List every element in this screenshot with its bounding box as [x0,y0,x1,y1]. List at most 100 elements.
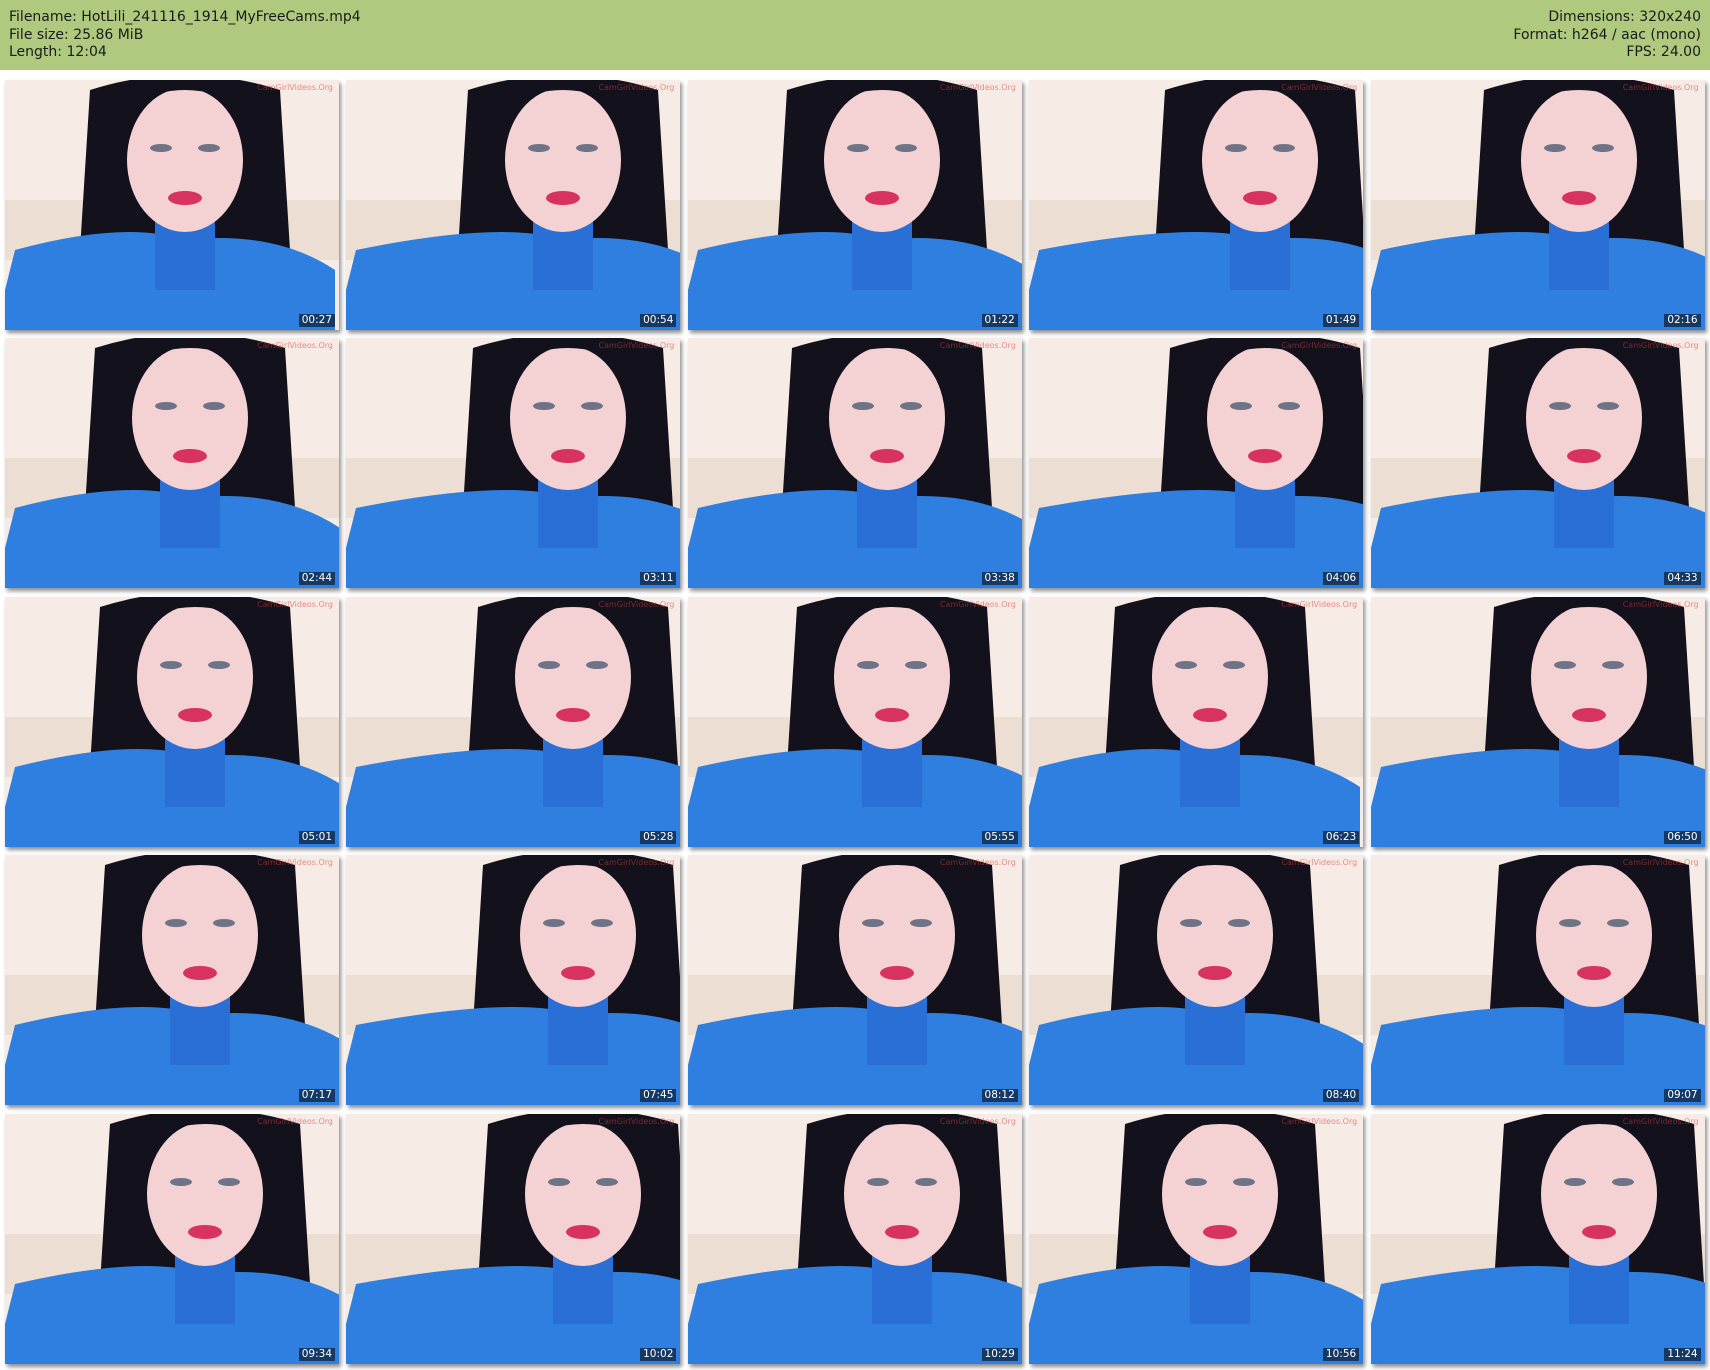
thumbnail-grid: CamGirlVideos.Org 00:27 CamGirlVideos.Org 0… [0,78,1710,1370]
filename-text: Filename: HotLili_241116_1914_MyFreeCams… [9,9,361,25]
frame-image [5,855,339,1106]
timestamp-label: 00:54 [640,314,677,327]
file-info: Filename: HotLili_241116_1914_MyFreeCams… [9,9,361,62]
video-thumbnail: CamGirlVideos.Org 10:29 [687,1113,1022,1364]
filesize-text: File size: 25.86 MiB [9,26,144,43]
video-thumbnail: CamGirlVideos.Org 10:56 [1029,1113,1364,1364]
frame-image [5,596,339,847]
timestamp-label: 07:45 [640,1089,677,1103]
watermark-text: CamGirlVideos.Org [598,83,675,92]
frame-image [1029,1113,1364,1364]
video-thumbnail: CamGirlVideos.Org 03:38 [687,338,1022,589]
timestamp-label: 01:49 [1322,314,1360,327]
video-thumbnail: CamGirlVideos.Org 03:11 [346,338,681,589]
video-thumbnail: CamGirlVideos.Org 07:45 [346,855,681,1106]
timestamp-label: 09:07 [1664,1089,1701,1103]
length-text: Length: 12:04 [9,44,107,60]
timestamp-label: 08:12 [981,1089,1018,1103]
watermark-text: CamGirlVideos.Org [1281,341,1358,351]
timestamp-label: 06:50 [1664,830,1701,844]
frame-image [687,338,1022,589]
watermark-text: CamGirlVideos.Org [939,83,1016,92]
watermark-text: CamGirlVideos.Org [1281,599,1358,609]
timestamp-label: 02:44 [298,572,335,586]
frame-image [346,1113,681,1364]
watermark-text: CamGirlVideos.Org [1622,599,1699,609]
watermark-text: CamGirlVideos.Org [1622,83,1699,92]
watermark-text: CamGirlVideos.Org [598,341,675,351]
frame-image [1370,338,1705,589]
frame-image [687,80,1022,330]
frame-image [346,596,681,847]
video-thumbnail: CamGirlVideos.Org 04:06 [1029,338,1364,589]
timestamp-label: 03:11 [640,572,677,586]
watermark-text: CamGirlVideos.Org [939,858,1016,868]
video-thumbnail: CamGirlVideos.Org 02:16 [1370,80,1705,330]
timestamp-label: 05:01 [298,830,335,844]
frame-image [1370,80,1705,330]
fps-text: FPS: 24.00 [1626,44,1701,60]
frame-image [346,855,681,1106]
frame-image [5,1113,339,1364]
timestamp-label: 10:56 [1322,1347,1360,1361]
watermark-text: CamGirlVideos.Org [257,599,333,609]
timestamp-label: 05:55 [981,830,1018,844]
frame-image [346,80,681,330]
video-thumbnail: CamGirlVideos.Org 01:49 [1029,80,1364,330]
video-thumbnail: CamGirlVideos.Org 00:27 [5,80,339,330]
format-text: Format: h264 / aac (mono) [1513,26,1701,43]
timestamp-label: 04:06 [1322,572,1360,586]
watermark-text: CamGirlVideos.Org [598,1116,675,1126]
frame-image [1029,338,1364,589]
frame-image [1370,1113,1705,1364]
timestamp-label: 05:28 [640,830,677,844]
video-thumbnail: CamGirlVideos.Org 05:55 [687,596,1022,847]
timestamp-label: 10:29 [981,1347,1018,1361]
watermark-text: CamGirlVideos.Org [1281,83,1358,92]
frame-image [1029,80,1364,330]
timestamp-label: 03:38 [981,572,1018,586]
info-header: Filename: HotLili_241116_1914_MyFreeCams… [0,0,1710,70]
video-thumbnail: CamGirlVideos.Org 05:01 [5,596,339,847]
video-thumbnail: CamGirlVideos.Org 11:24 [1370,1113,1705,1364]
frame-image [346,338,681,589]
timestamp-label: 09:34 [298,1347,335,1361]
watermark-text: CamGirlVideos.Org [939,599,1016,609]
video-thumbnail: CamGirlVideos.Org 02:44 [5,338,339,589]
timestamp-label: 07:17 [298,1089,335,1103]
frame-image [1029,596,1364,847]
video-thumbnail: CamGirlVideos.Org 05:28 [346,596,681,847]
watermark-text: CamGirlVideos.Org [939,1116,1016,1126]
frame-image [5,80,339,330]
watermark-text: CamGirlVideos.Org [257,341,333,351]
dimensions-text: Dimensions: 320x240 [1548,9,1701,25]
watermark-text: CamGirlVideos.Org [1281,1116,1358,1126]
video-thumbnail: CamGirlVideos.Org 08:40 [1029,855,1364,1106]
timestamp-label: 10:02 [640,1347,677,1361]
watermark-text: CamGirlVideos.Org [1622,1116,1699,1126]
video-thumbnail: CamGirlVideos.Org 01:22 [687,80,1022,330]
video-thumbnail: CamGirlVideos.Org 07:17 [5,855,339,1106]
frame-image [687,855,1022,1106]
frame-image [687,1113,1022,1364]
frame-image [687,596,1022,847]
frame-image [1029,855,1364,1106]
video-thumbnail: CamGirlVideos.Org 09:07 [1370,855,1705,1106]
watermark-text: CamGirlVideos.Org [939,341,1016,351]
frame-image [1370,596,1705,847]
watermark-text: CamGirlVideos.Org [257,858,333,868]
video-thumbnail: CamGirlVideos.Org 08:12 [687,855,1022,1106]
watermark-text: CamGirlVideos.Org [257,1116,333,1126]
watermark-text: CamGirlVideos.Org [1622,341,1699,351]
timestamp-label: 04:33 [1664,572,1701,586]
video-thumbnail: CamGirlVideos.Org 09:34 [5,1113,339,1364]
timestamp-label: 02:16 [1664,314,1701,327]
watermark-text: CamGirlVideos.Org [598,858,675,868]
timestamp-label: 06:23 [1322,830,1360,844]
watermark-text: CamGirlVideos.Org [257,83,333,92]
timestamp-label: 11:24 [1664,1347,1701,1361]
video-thumbnail: CamGirlVideos.Org 06:50 [1370,596,1705,847]
video-thumbnail: CamGirlVideos.Org 10:02 [346,1113,681,1364]
video-thumbnail: CamGirlVideos.Org 06:23 [1029,596,1364,847]
watermark-text: CamGirlVideos.Org [1281,858,1358,868]
